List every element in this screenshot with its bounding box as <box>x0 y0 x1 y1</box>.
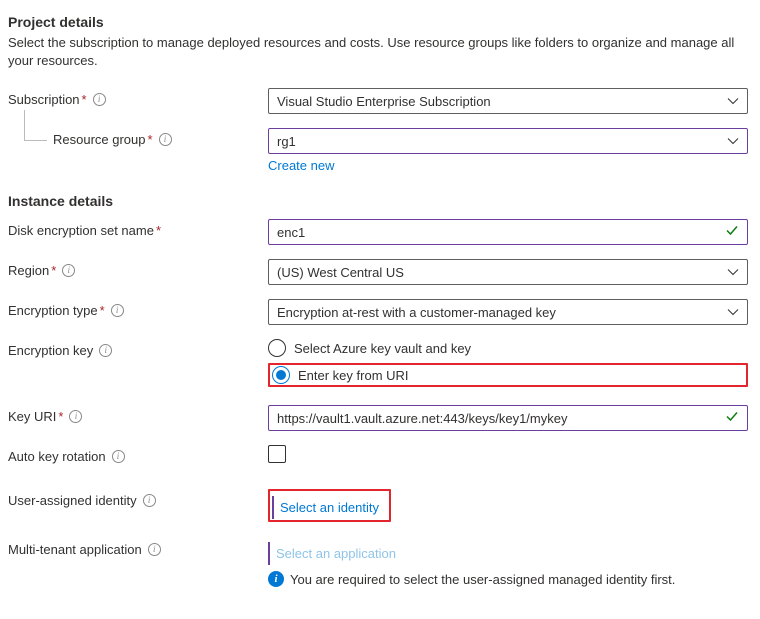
label-text: Resource group <box>53 132 146 147</box>
chevron-down-icon <box>727 135 739 147</box>
label-resource-group: Resource group * i <box>8 128 268 147</box>
radio-enter-uri[interactable]: Enter key from URI <box>272 366 409 384</box>
section-title-project: Project details <box>8 14 752 30</box>
label-text: Encryption type <box>8 303 98 318</box>
radio-select-vault[interactable]: Select Azure key vault and key <box>268 339 748 357</box>
input-value: https://vault1.vault.azure.net:443/keys/… <box>277 411 567 426</box>
required-marker: * <box>51 263 56 278</box>
info-icon[interactable]: i <box>159 133 172 146</box>
label-text: Auto key rotation <box>8 449 106 464</box>
label-text: Subscription <box>8 92 80 107</box>
info-icon[interactable]: i <box>69 410 82 423</box>
label-text: Disk encryption set name <box>8 223 154 238</box>
info-icon[interactable]: i <box>111 304 124 317</box>
label-key-uri: Key URI * i <box>8 405 268 424</box>
label-multitenant: Multi-tenant application i <box>8 538 268 557</box>
highlight-box-radio: Enter key from URI <box>268 363 748 387</box>
label-text: Key URI <box>8 409 56 424</box>
radio-icon <box>272 366 290 384</box>
select-identity-link[interactable]: Select an identity <box>272 496 385 519</box>
multitenant-helper: i You are required to select the user-as… <box>268 571 748 587</box>
auto-rotation-checkbox[interactable] <box>268 445 286 463</box>
section-title-instance: Instance details <box>8 193 752 209</box>
label-text: Region <box>8 263 49 278</box>
label-encryption-key: Encryption key i <box>8 339 268 358</box>
subscription-dropdown[interactable]: Visual Studio Enterprise Subscription <box>268 88 748 114</box>
dropdown-value: rg1 <box>277 134 296 149</box>
info-icon[interactable]: i <box>148 543 161 556</box>
info-icon[interactable]: i <box>62 264 75 277</box>
radio-label: Enter key from URI <box>298 368 409 383</box>
input-value: enc1 <box>277 225 305 240</box>
label-text: User-assigned identity <box>8 493 137 508</box>
section-desc-project: Select the subscription to manage deploy… <box>8 34 752 70</box>
encryption-type-dropdown[interactable]: Encryption at-rest with a customer-manag… <box>268 299 748 325</box>
label-auto-rotation: Auto key rotation i <box>8 445 268 464</box>
label-des-name: Disk encryption set name * <box>8 219 268 238</box>
info-icon[interactable]: i <box>112 450 125 463</box>
info-icon[interactable]: i <box>93 93 106 106</box>
helper-text: You are required to select the user-assi… <box>290 572 675 587</box>
des-name-input[interactable]: enc1 <box>268 219 748 245</box>
info-blue-icon: i <box>268 571 284 587</box>
radio-icon <box>268 339 286 357</box>
label-user-identity: User-assigned identity i <box>8 489 268 508</box>
dropdown-value: Encryption at-rest with a customer-manag… <box>277 305 556 320</box>
label-text: Multi-tenant application <box>8 542 142 557</box>
info-icon[interactable]: i <box>99 344 112 357</box>
key-uri-input[interactable]: https://vault1.vault.azure.net:443/keys/… <box>268 405 748 431</box>
label-encryption-type: Encryption type * i <box>8 299 268 318</box>
label-subscription: Subscription * i <box>8 88 268 107</box>
chevron-down-icon <box>727 306 739 318</box>
radio-label: Select Azure key vault and key <box>294 341 471 356</box>
dropdown-value: Visual Studio Enterprise Subscription <box>277 94 491 109</box>
required-marker: * <box>156 223 161 238</box>
label-text: Encryption key <box>8 343 93 358</box>
required-marker: * <box>58 409 63 424</box>
required-marker: * <box>82 92 87 107</box>
check-icon <box>725 410 739 427</box>
select-application-link: Select an application <box>268 542 402 565</box>
info-icon[interactable]: i <box>143 494 156 507</box>
region-dropdown[interactable]: (US) West Central US <box>268 259 748 285</box>
resource-group-dropdown[interactable]: rg1 <box>268 128 748 154</box>
required-marker: * <box>100 303 105 318</box>
chevron-down-icon <box>727 266 739 278</box>
dropdown-value: (US) West Central US <box>277 265 404 280</box>
required-marker: * <box>148 132 153 147</box>
label-region: Region * i <box>8 259 268 278</box>
check-icon <box>725 224 739 241</box>
create-new-link[interactable]: Create new <box>268 158 334 173</box>
chevron-down-icon <box>727 95 739 107</box>
highlight-box-identity: Select an identity <box>268 489 391 522</box>
